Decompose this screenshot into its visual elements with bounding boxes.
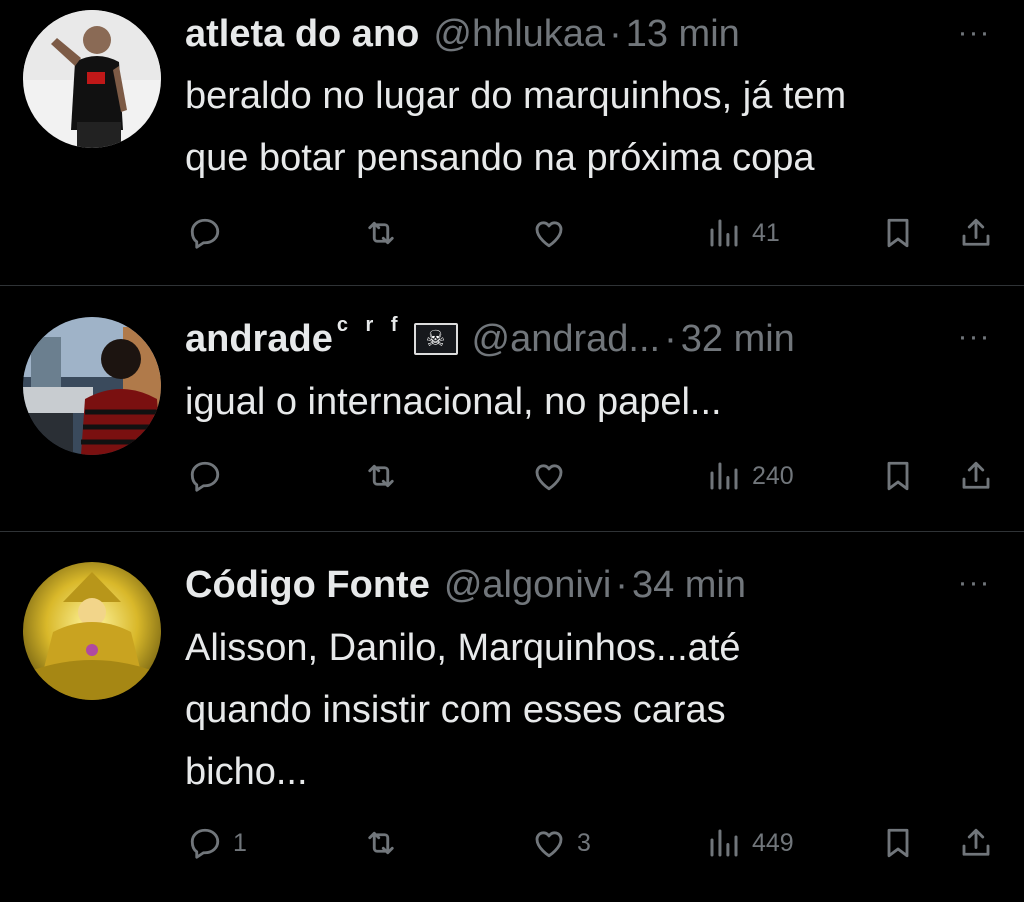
reply-icon	[190, 218, 220, 249]
bookmark-icon	[887, 218, 909, 248]
tweet-text: Alisson, Danilo, Marquinhos...até quando…	[185, 617, 1005, 803]
tweet-text-line: Alisson, Danilo, Marquinhos...até	[185, 627, 741, 669]
reply-button[interactable]: 1	[187, 818, 247, 868]
heart-icon	[535, 221, 563, 248]
name-superscript: c r f	[336, 314, 404, 336]
display-name[interactable]: andrade	[185, 311, 333, 367]
avatar[interactable]	[23, 317, 161, 455]
more-options-button[interactable]: ···	[954, 317, 994, 357]
tweet-feed: atleta do ano @hhlukaa · 13 min ··· bera…	[0, 0, 1024, 902]
separator-dot: ·	[609, 13, 622, 55]
share-button[interactable]	[958, 208, 994, 258]
like-button[interactable]: 3	[531, 818, 591, 868]
tweet-header: Código Fonte @algonivi · 34 min	[185, 557, 746, 613]
share-icon	[962, 218, 990, 246]
bookmark-icon	[887, 828, 909, 858]
share-icon	[962, 828, 990, 856]
bookmark-button[interactable]	[880, 818, 916, 868]
share-button[interactable]	[958, 451, 994, 501]
view-count: 41	[752, 218, 780, 247]
pirate-flag-icon: ☠	[413, 323, 458, 355]
views-button[interactable]: 240	[706, 451, 794, 501]
bookmark-button[interactable]	[880, 451, 916, 501]
timestamp[interactable]: 32 min	[681, 311, 795, 367]
views-icon	[710, 219, 738, 247]
like-button[interactable]	[531, 451, 577, 501]
tweet-text: beraldo no lugar do marquinhos, já tem q…	[185, 65, 1005, 189]
display-name[interactable]: Código Fonte	[185, 557, 430, 613]
avatar-image	[23, 562, 161, 700]
retweet-button[interactable]	[363, 818, 399, 868]
separator-dot: ·	[664, 318, 677, 360]
tweet-divider	[0, 285, 1024, 286]
views-icon	[710, 829, 738, 857]
user-handle[interactable]: @hhlukaa	[433, 6, 605, 62]
heart-icon	[535, 831, 563, 858]
tweet-text-line: igual o internacional, no papel...	[185, 381, 722, 423]
like-button[interactable]	[531, 208, 577, 258]
bookmark-button[interactable]	[880, 208, 916, 258]
avatar[interactable]	[23, 562, 161, 700]
retweet-button[interactable]	[363, 451, 399, 501]
tweet-text-line: quando insistir com esses caras	[185, 689, 726, 731]
avatar-image	[23, 317, 161, 455]
views-icon	[710, 462, 738, 490]
reply-icon	[190, 461, 220, 492]
retweet-icon	[368, 221, 394, 245]
retweet-icon	[368, 464, 394, 488]
tweet-actions: 1 3 449	[0, 818, 1024, 868]
more-options-button[interactable]: ···	[954, 563, 994, 603]
user-handle[interactable]: @andrad...	[472, 311, 661, 367]
tweet-actions: 41	[0, 208, 1024, 258]
timestamp[interactable]: 34 min	[632, 557, 746, 613]
timestamp[interactable]: 13 min	[626, 6, 740, 62]
share-button[interactable]	[958, 818, 994, 868]
tweet-text-line: beraldo no lugar do marquinhos, já tem	[185, 75, 847, 117]
retweet-icon	[368, 831, 394, 855]
retweet-button[interactable]	[363, 208, 399, 258]
view-count: 240	[752, 461, 794, 490]
reply-button[interactable]	[187, 208, 233, 258]
separator-dot: ·	[615, 564, 628, 606]
tweet-text-line: bicho...	[185, 751, 308, 793]
reply-button[interactable]	[187, 451, 233, 501]
views-button[interactable]: 41	[706, 208, 780, 258]
display-name[interactable]: atleta do ano	[185, 6, 419, 62]
more-options-button[interactable]: ···	[954, 13, 994, 53]
tweet[interactable]: andrade c r f ☠ @andrad... · 32 min ··· …	[0, 311, 1024, 531]
reply-count: 1	[233, 828, 247, 857]
tweet-divider	[0, 531, 1024, 532]
bookmark-icon	[887, 461, 909, 491]
avatar[interactable]	[23, 10, 161, 148]
user-handle[interactable]: @algonivi	[444, 557, 611, 613]
heart-icon	[535, 464, 563, 491]
like-count: 3	[577, 828, 591, 857]
view-count: 449	[752, 828, 794, 857]
tweet-header: atleta do ano @hhlukaa · 13 min	[185, 6, 740, 62]
tweet-header: andrade c r f ☠ @andrad... · 32 min	[185, 311, 795, 367]
avatar-image	[23, 10, 161, 148]
views-button[interactable]: 449	[706, 818, 794, 868]
tweet-text-line: que botar pensando na próxima copa	[185, 137, 815, 179]
tweet-text: igual o internacional, no papel...	[185, 371, 1005, 433]
share-icon	[962, 461, 990, 489]
tweet[interactable]: Código Fonte @algonivi · 34 min ··· Alis…	[0, 557, 1024, 902]
reply-icon	[190, 828, 220, 859]
tweet-actions: 240	[0, 451, 1024, 501]
tweet[interactable]: atleta do ano @hhlukaa · 13 min ··· bera…	[0, 5, 1024, 280]
